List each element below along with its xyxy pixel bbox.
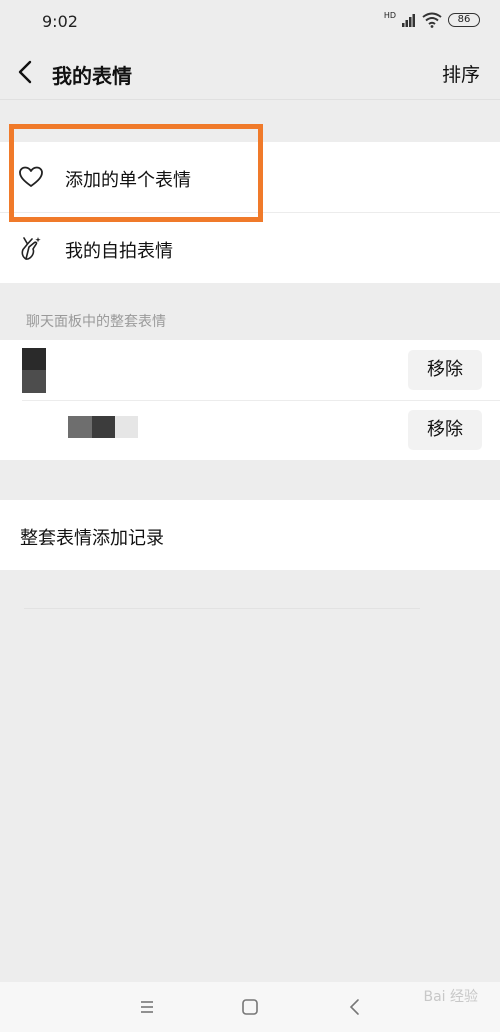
sticker-pack-row: 移除 — [0, 340, 500, 400]
status-icons: HD 86 — [383, 10, 480, 28]
menu-item-label: 我的自拍表情 — [65, 241, 173, 262]
nav-back-icon[interactable] — [344, 996, 366, 1018]
status-bar: 9:02 HD 86 — [0, 0, 500, 44]
back-arrow-icon[interactable] — [14, 59, 38, 85]
sticker-pack-thumbnail — [68, 416, 138, 438]
title-bar: 我的表情 排序 — [0, 44, 500, 100]
home-icon[interactable] — [239, 996, 261, 1018]
signal-icon — [402, 14, 415, 27]
menu-list: 添加的单个表情 我的自拍表情 — [0, 142, 500, 283]
sticker-pack-thumbnail — [22, 348, 46, 393]
battery-indicator: 86 — [448, 13, 480, 27]
section-header-sticker-packs: 聊天面板中的整套表情 — [26, 314, 166, 330]
sticker-pack-records-row[interactable]: 整套表情添加记录 — [0, 500, 500, 570]
divider — [24, 608, 420, 609]
heart-icon — [19, 166, 43, 187]
menu-item-selfie-stickers[interactable]: 我的自拍表情 — [0, 213, 500, 283]
menu-icon[interactable] — [136, 996, 158, 1018]
sort-button[interactable]: 排序 — [442, 60, 480, 87]
watermark: Bai 经验 — [423, 989, 478, 1005]
menu-item-single-stickers[interactable]: 添加的单个表情 — [0, 142, 500, 212]
hd-label: HD — [383, 10, 396, 20]
hand-gesture-icon — [21, 237, 41, 260]
menu-item-label: 添加的单个表情 — [65, 170, 191, 191]
sticker-pack-row: 移除 — [0, 400, 500, 460]
remove-button[interactable]: 移除 — [408, 410, 482, 450]
wifi-icon — [422, 12, 442, 28]
sticker-pack-list: 移除 移除 — [0, 340, 500, 460]
records-label: 整套表情添加记录 — [20, 528, 164, 549]
status-time: 9:02 — [42, 12, 78, 31]
page-title: 我的表情 — [52, 64, 132, 88]
remove-button[interactable]: 移除 — [408, 350, 482, 390]
